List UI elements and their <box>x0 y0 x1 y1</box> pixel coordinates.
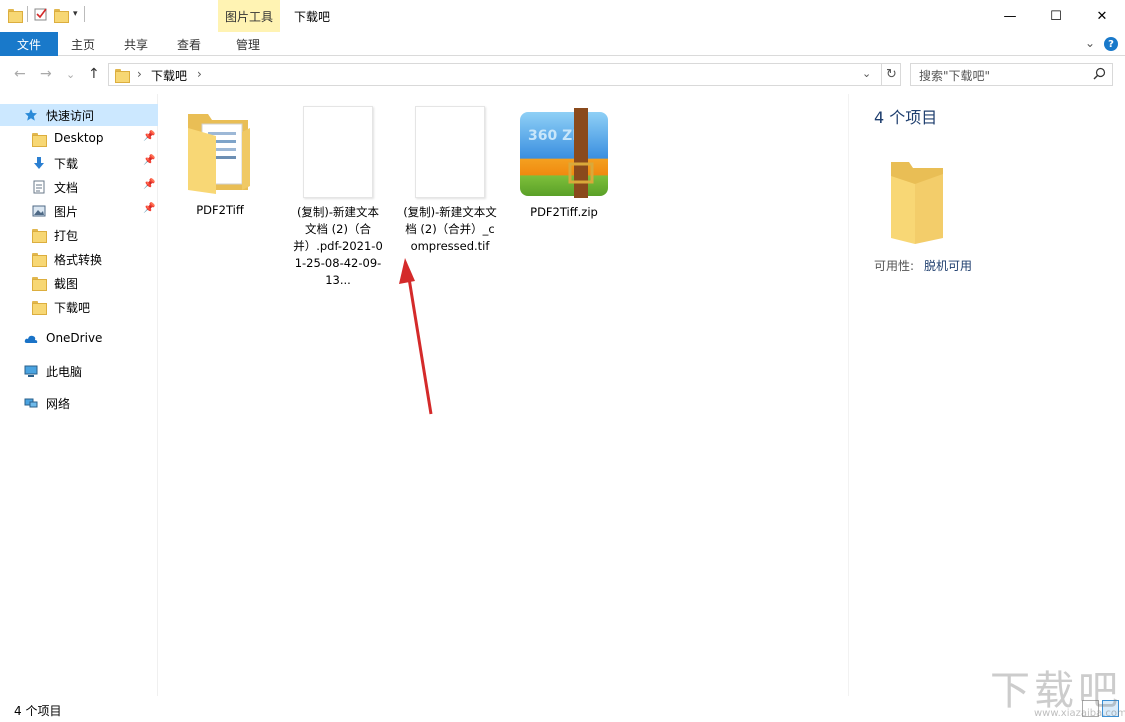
details-folder-icon <box>891 162 943 244</box>
qat-dropdown-icon[interactable]: ▾ <box>73 9 78 19</box>
details-item-count: 4 个项目 <box>874 108 938 127</box>
sidebar-item-label: 此电脑 <box>46 365 83 379</box>
file-item-folder[interactable]: PDF2Tiff <box>165 106 275 219</box>
availability-label: 可用性: <box>874 259 915 273</box>
file-item-zip[interactable]: 360 ZIP PDF2Tiff.zip <box>509 106 619 221</box>
tab-file[interactable]: 文件 <box>0 32 58 56</box>
address-dropdown-icon[interactable]: ⌄ <box>862 67 871 80</box>
sidebar-item-pictures[interactable]: 图片 📌 <box>0 200 158 222</box>
tab-share[interactable]: 共享 <box>124 36 148 53</box>
file-label: (复制)-新建文本文档 (2)（合并）.pdf-2021-01-25-08-42… <box>293 205 383 287</box>
sidebar-item-label: 网络 <box>46 397 71 411</box>
window-title: 下载吧 <box>294 10 331 24</box>
breadcrumb-current[interactable]: 下载吧 <box>151 67 187 84</box>
folder-icon <box>32 252 47 267</box>
blank-document-icon <box>303 106 373 198</box>
properties-icon[interactable] <box>34 7 48 21</box>
large-folder-icon <box>188 114 250 194</box>
sidebar-item-xiazaiba[interactable]: 下载吧 <box>0 296 158 318</box>
sidebar-item-documents[interactable]: 文档 📌 <box>0 176 158 198</box>
address-bar[interactable]: › 下载吧 › ⌄ ↻ <box>108 63 901 86</box>
cloud-icon <box>24 335 38 343</box>
document-icon <box>33 180 45 194</box>
pin-icon[interactable]: 📌 <box>143 179 155 190</box>
back-button[interactable]: ← <box>14 66 26 82</box>
zip-archive-icon: 360 ZIP <box>520 108 608 198</box>
sidebar-item-label: Desktop <box>54 131 104 145</box>
navigation-pane: 快速访问 Desktop 📌 下载 📌 文档 📌 图片 📌 打包 格式转换 截图… <box>0 94 158 696</box>
pin-icon[interactable]: 📌 <box>143 155 155 166</box>
status-bar: 4 个项目 <box>0 698 1125 722</box>
forward-button[interactable]: → <box>40 66 52 82</box>
computer-icon <box>24 365 38 377</box>
sidebar-item-onedrive[interactable]: OneDrive <box>0 328 158 350</box>
file-label: PDF2Tiff.zip <box>530 205 598 219</box>
folder-icon <box>32 228 47 243</box>
star-icon <box>25 109 37 121</box>
sidebar-item-label: 文档 <box>54 181 79 195</box>
search-input[interactable]: 搜索"下载吧" <box>910 63 1113 86</box>
blank-document-icon <box>415 106 485 198</box>
details-pane: 4 个项目 可用性: 脱机可用 <box>848 94 1125 696</box>
refresh-button[interactable]: ↻ <box>881 64 901 85</box>
sidebar-item-network[interactable]: 网络 <box>0 392 158 414</box>
search-icon[interactable] <box>1093 67 1106 80</box>
sidebar-item-label: 下载 <box>54 157 79 171</box>
sidebar-item-label: 下载吧 <box>54 301 91 315</box>
folder-icon <box>32 276 47 291</box>
qat-separator <box>27 6 28 22</box>
pin-icon[interactable]: 📌 <box>143 131 155 142</box>
sidebar-item-label: 截图 <box>54 277 79 291</box>
tab-view[interactable]: 查看 <box>177 36 201 53</box>
breadcrumb-separator[interactable]: › <box>137 67 142 81</box>
file-label: (复制)-新建文本文档 (2)（合并）_compressed.tif <box>403 205 497 253</box>
minimize-button[interactable]: — <box>987 0 1033 32</box>
sidebar-item-screenshots[interactable]: 截图 <box>0 272 158 294</box>
context-tab-title: 图片工具 <box>224 10 273 24</box>
file-label: PDF2Tiff <box>196 203 244 217</box>
sidebar-item-quick-access[interactable]: 快速访问 <box>0 104 158 126</box>
search-placeholder: 搜索"下载吧" <box>919 69 991 83</box>
sidebar-item-label: 格式转换 <box>54 253 103 267</box>
quick-access-toolbar: ▾ <box>8 6 85 23</box>
breadcrumb-separator[interactable]: › <box>197 67 202 81</box>
expand-ribbon-icon[interactable]: ⌄ <box>1085 36 1095 50</box>
qat-separator <box>83 6 85 22</box>
folder-icon <box>8 8 23 23</box>
sidebar-item-label: 图片 <box>54 205 79 219</box>
sidebar-item-label: OneDrive <box>46 331 103 345</box>
sidebar-item-format-convert[interactable]: 格式转换 <box>0 248 158 270</box>
close-button[interactable]: ✕ <box>1079 0 1125 32</box>
pictures-icon <box>32 205 46 217</box>
sidebar-item-label: 打包 <box>54 229 79 243</box>
tab-home[interactable]: 主页 <box>71 36 95 53</box>
ribbon-tab-bar <box>0 32 1125 56</box>
help-icon[interactable]: ? <box>1104 37 1118 51</box>
sidebar-item-desktop[interactable]: Desktop 📌 <box>0 128 158 150</box>
recent-locations-button[interactable]: ⌄ <box>66 68 75 81</box>
new-folder-icon[interactable] <box>54 8 69 23</box>
watermark-url: www.xiazaiba.com <box>1034 708 1125 719</box>
network-icon <box>24 398 38 408</box>
sidebar-item-downloads[interactable]: 下载 📌 <box>0 152 158 174</box>
sidebar-item-pack[interactable]: 打包 <box>0 224 158 246</box>
title-bar: ▾ <box>0 0 1125 32</box>
availability-value: 脱机可用 <box>924 259 973 273</box>
status-item-count: 4 个项目 <box>14 704 62 718</box>
sidebar-item-this-pc[interactable]: 此电脑 <box>0 360 158 382</box>
download-icon <box>34 157 44 169</box>
annotation-arrow <box>399 258 433 415</box>
file-list-view: PDF2Tiff (复制)-新建文本文档 (2)（合并）.pdf-2021-01… <box>159 94 847 696</box>
file-item-tif[interactable]: (复制)-新建文本文档 (2)（合并）_compressed.tif <box>395 106 505 255</box>
maximize-button[interactable]: ☐ <box>1033 0 1079 32</box>
file-item-document[interactable]: (复制)-新建文本文档 (2)（合并）.pdf-2021-01-25-08-42… <box>283 106 393 289</box>
folder-icon <box>32 132 47 147</box>
folder-icon <box>32 300 47 315</box>
up-button[interactable]: ↑ <box>88 66 100 82</box>
tab-manage[interactable]: 管理 <box>236 36 260 53</box>
sidebar-item-label: 快速访问 <box>46 109 95 123</box>
pin-icon[interactable]: 📌 <box>143 203 155 214</box>
